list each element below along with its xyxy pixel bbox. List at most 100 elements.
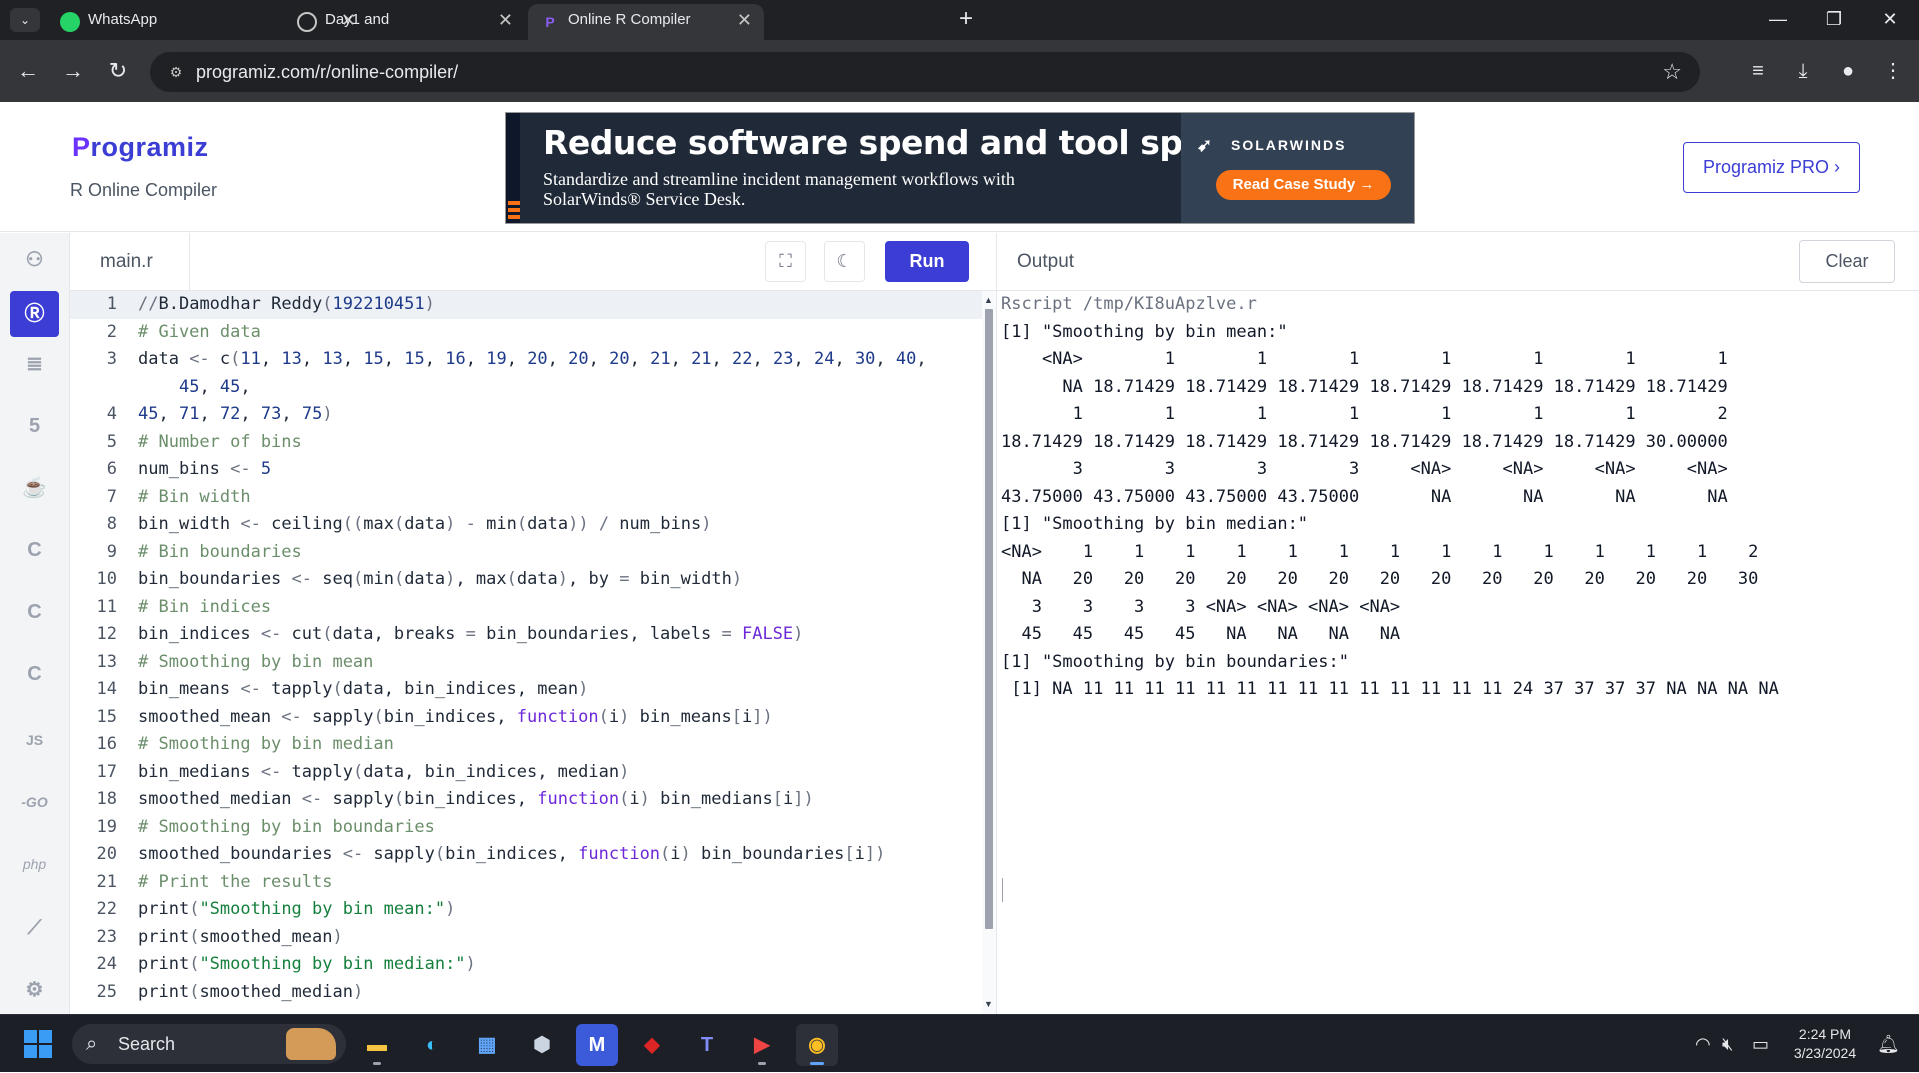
sidebar-item-r[interactable]: Ⓡ	[10, 291, 59, 337]
ad-banner[interactable]: Reduce software spend and tool sprawl. S…	[505, 112, 1415, 224]
sidebar-item-c[interactable]: C	[10, 527, 59, 573]
sidebar-item-js[interactable]: JS	[10, 717, 59, 763]
back-button[interactable]: ←	[10, 53, 46, 89]
code-line[interactable]: 21 # Print the results	[70, 869, 982, 897]
sidebar-item-sql[interactable]: ≣	[10, 341, 59, 387]
app-hexagon-icon[interactable]: ⬢	[521, 1024, 563, 1066]
tab-pdf[interactable]: Day1 and Day2_Programs.pdf ✕	[285, 4, 525, 60]
c-icon: C	[27, 539, 42, 561]
chrome-icon[interactable]: ◉	[796, 1024, 838, 1066]
media-icon[interactable]: ≡	[1740, 53, 1776, 89]
code-line[interactable]: 2 # Given data	[70, 319, 982, 347]
code-line[interactable]: 6 num_bins <- 5	[70, 456, 982, 484]
teams-icon[interactable]: T	[686, 1024, 728, 1066]
line-number: 18	[96, 789, 117, 809]
ad-title: Reduce software spend and tool sprawl.	[543, 123, 1273, 162]
sidebar-item-swift[interactable]: ⟋	[10, 905, 59, 951]
code-area[interactable]: 1 //B.Damodhar Reddy(192210451) 2 # Given d…	[70, 291, 982, 1014]
code-line[interactable]: 12 bin_indices <- cut(data, breaks = bin_…	[70, 621, 982, 649]
sidebar-item-rust[interactable]: ⚙	[10, 967, 59, 1007]
site-info-icon[interactable]: ⚙	[164, 60, 188, 84]
code-line[interactable]: 25 print(smoothed_median)	[70, 979, 982, 1007]
language-sidebar: ⚇ Ⓡ ≣ 5 ☕ C C C JS -GO php ⟋ ⚙	[0, 233, 70, 1014]
programiz-pro-button[interactable]: Programiz PRO ›	[1683, 142, 1860, 193]
profile-icon[interactable]: ●	[1830, 53, 1866, 89]
logo-subtitle: R Online Compiler	[70, 180, 218, 200]
sidebar-item-php[interactable]: php	[10, 841, 59, 887]
volume-muted-icon[interactable]: 🔇︎	[1722, 1015, 1733, 1073]
editor-scrollbar[interactable]: ▲ ▼	[982, 291, 996, 1014]
code-line[interactable]: 4 45, 71, 72, 73, 75)	[70, 401, 982, 429]
code-line[interactable]: 10 bin_boundaries <- seq(min(data), max(d…	[70, 566, 982, 594]
clear-button[interactable]: Clear	[1799, 240, 1895, 283]
battery-icon[interactable]: ▭	[1752, 1015, 1769, 1073]
run-button[interactable]: Run	[885, 241, 969, 282]
minimize-button[interactable]: —	[1750, 0, 1806, 40]
code-line[interactable]: 7 # Bin width	[70, 484, 982, 512]
code-line[interactable]: 1 //B.Damodhar Reddy(192210451)	[70, 291, 982, 319]
download-icon[interactable]: ⤓	[1785, 53, 1821, 89]
file-tab-main-r[interactable]: main.r	[70, 233, 190, 291]
restore-button[interactable]: ❐	[1806, 0, 1862, 40]
fullscreen-icon[interactable]: ⛶	[765, 241, 806, 282]
code-line[interactable]: 20 smoothed_boundaries <- sapply(bin_indi…	[70, 841, 982, 869]
code-line[interactable]: 16 # Smoothing by bin median	[70, 731, 982, 759]
close-icon[interactable]: ✕	[737, 4, 752, 36]
store-icon[interactable]: ▦	[466, 1024, 508, 1066]
menu-icon[interactable]: ⋮	[1875, 53, 1911, 89]
code-line[interactable]: 22 print("Smoothing by bin mean:")	[70, 896, 982, 924]
tab-online-r-compiler[interactable]: P Online R Compiler ✕	[528, 4, 764, 40]
read-case-study-button[interactable]: Read Case Study →	[1216, 170, 1391, 200]
code-line[interactable]: 19 # Smoothing by bin boundaries	[70, 814, 982, 842]
scroll-down-icon[interactable]: ▼	[984, 999, 993, 1009]
solarwinds-brand: ➹ SOLARWINDS	[1197, 135, 1346, 155]
new-tab-button[interactable]: +	[950, 4, 982, 36]
code-line[interactable]: 15 smoothed_mean <- sapply(bin_indices, f…	[70, 704, 982, 732]
code-line[interactable]: 8 bin_width <- ceiling((max(data) - min(d…	[70, 511, 982, 539]
close-icon[interactable]: ✕	[498, 4, 513, 36]
wifi-icon[interactable]: ◠	[1695, 1015, 1711, 1073]
sidebar-item-cpp[interactable]: C	[10, 589, 59, 635]
scroll-thumb[interactable]	[985, 309, 993, 929]
code-text: print("Smoothing by bin mean:")	[138, 899, 456, 919]
close-window-button[interactable]: ✕	[1862, 0, 1918, 40]
code-line[interactable]: 17 bin_medians <- tapply(data, bin_indice…	[70, 759, 982, 787]
taskbar-clock[interactable]: 2:24 PM 3/23/2024	[1780, 1025, 1870, 1063]
file-explorer-icon[interactable]: ▬	[356, 1024, 398, 1066]
code-text: smoothed_mean <- sapply(bin_indices, fun…	[138, 706, 773, 727]
code-line[interactable]: 24 print("Smoothing by bin median:")	[70, 951, 982, 979]
forward-button[interactable]: →	[55, 53, 91, 89]
sidebar-item-java[interactable]: ☕	[10, 465, 59, 511]
code-line[interactable]: 45, 45,	[70, 374, 982, 402]
app-m-icon[interactable]: M	[576, 1024, 618, 1066]
sidebar-item-go[interactable]: -GO	[10, 779, 59, 825]
code-text: print(smoothed_median)	[138, 981, 364, 1002]
programiz-logo[interactable]: Programiz	[72, 132, 209, 163]
code-line[interactable]: 14 bin_means <- tapply(data, bin_indices,…	[70, 676, 982, 704]
sidebar-item-html[interactable]: 5	[10, 403, 59, 449]
scroll-up-icon[interactable]: ▲	[984, 295, 993, 305]
tab-search-button[interactable]: ⌄	[10, 8, 40, 32]
code-line[interactable]: 13 # Smoothing by bin mean	[70, 649, 982, 677]
output-console[interactable]: Rscript /tmp/KI8uApzlve.r [1] "Smoothing …	[1001, 291, 1911, 1011]
dark-mode-icon[interactable]: ☾	[824, 241, 865, 282]
code-line[interactable]: 3 data <- c(11, 13, 13, 15, 15, 16, 19, 2…	[70, 346, 982, 374]
code-line[interactable]: 9 # Bin boundaries	[70, 539, 982, 567]
notification-bell-icon[interactable]: 🔔︎	[1877, 1015, 1900, 1073]
go-icon: -GO	[21, 794, 48, 810]
taskbar-search[interactable]: ⌕ Search	[72, 1024, 346, 1064]
windows-start-icon[interactable]	[24, 1030, 52, 1058]
code-line[interactable]: 5 # Number of bins	[70, 429, 982, 457]
code-line[interactable]: 11 # Bin indices	[70, 594, 982, 622]
code-line[interactable]: 18 smoothed_median <- sapply(bin_indices,…	[70, 786, 982, 814]
address-bar[interactable]: ⚙ programiz.com/r/online-compiler/ ☆	[150, 52, 1700, 92]
reload-button[interactable]: ↻	[100, 53, 136, 89]
sidebar-item-csharp[interactable]: C	[10, 651, 59, 697]
mcafee-icon[interactable]: ◆	[631, 1024, 673, 1066]
edge-icon[interactable]: ◐	[411, 1024, 453, 1066]
sidebar-item-python[interactable]: ⚇	[10, 237, 59, 283]
bookmark-star-icon[interactable]: ☆	[1662, 52, 1682, 92]
code-line[interactable]: 23 print(smoothed_mean)	[70, 924, 982, 952]
output-line: [1] "Smoothing by bin mean:"	[1001, 321, 1288, 342]
youtube-icon[interactable]: ▶	[741, 1024, 783, 1066]
